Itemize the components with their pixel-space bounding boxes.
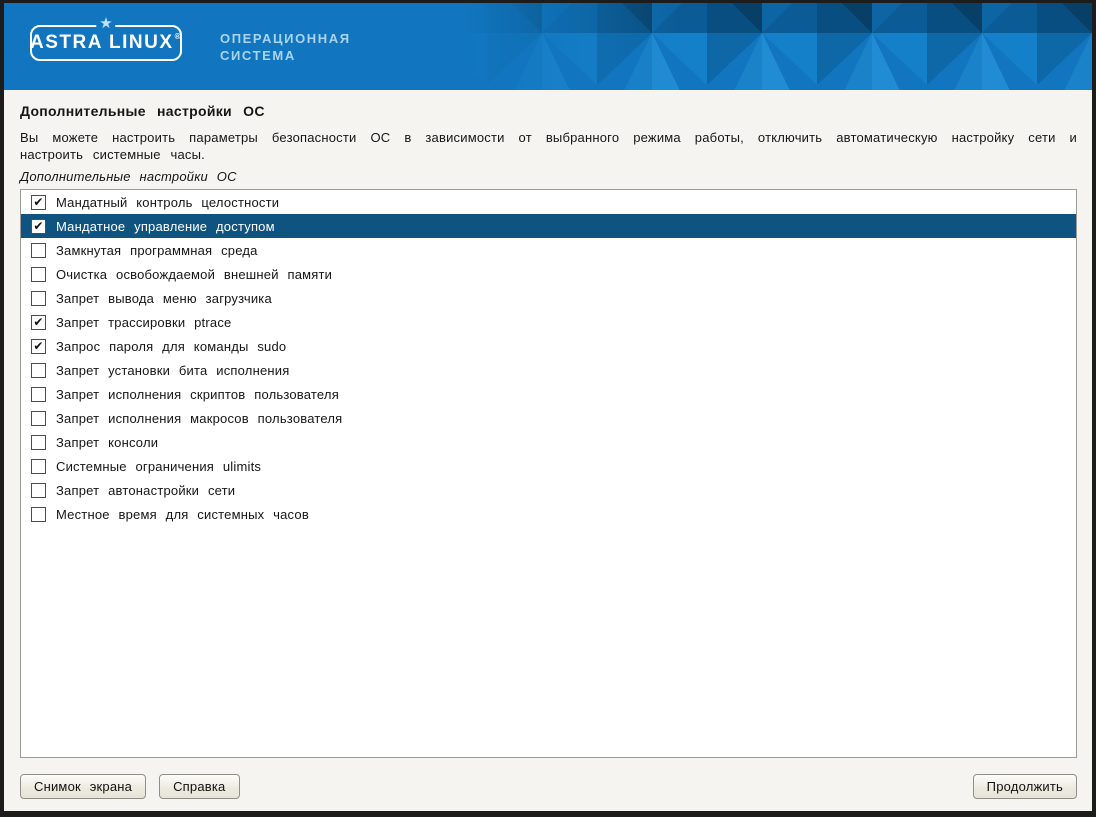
option-label: Местное время для системных часов [56, 507, 309, 522]
astra-linux-logo: ★ ASTRA LINUX® [30, 25, 182, 61]
option-label: Системные ограничения ulimits [56, 459, 261, 474]
option-row[interactable]: Системные ограничения ulimits [21, 454, 1076, 478]
checkbox-unchecked-icon[interactable] [31, 387, 46, 402]
page-description: Вы можете настроить параметры безопаснос… [20, 129, 1077, 163]
option-label: Запрет исполнения скриптов пользователя [56, 387, 339, 402]
checkbox-unchecked-icon[interactable] [31, 243, 46, 258]
os-subtitle-line2: СИСТЕМА [220, 47, 351, 64]
option-label: Очистка освобождаемой внешней памяти [56, 267, 332, 282]
option-label: Запрет трассировки ptrace [56, 315, 231, 330]
option-label: Мандатный контроль целостности [56, 195, 279, 210]
option-row[interactable]: Запрет вывода меню загрузчика [21, 286, 1076, 310]
option-label: Запрет исполнения макросов пользователя [56, 411, 342, 426]
checkbox-checked-icon[interactable]: ✔ [31, 315, 46, 330]
option-label: Мандатное управление доступом [56, 219, 275, 234]
option-row[interactable]: Очистка освобождаемой внешней памяти [21, 262, 1076, 286]
os-subtitle-line1: ОПЕРАЦИОННАЯ [220, 30, 351, 47]
continue-button[interactable]: Продолжить [973, 774, 1077, 799]
option-label: Запрет вывода меню загрузчика [56, 291, 272, 306]
checkbox-unchecked-icon[interactable] [31, 459, 46, 474]
option-row[interactable]: ✔ Запрос пароля для команды sudo [21, 334, 1076, 358]
option-row[interactable]: ✔ Мандатный контроль целостности [21, 190, 1076, 214]
registered-mark: ® [175, 32, 182, 41]
group-label: Дополнительные настройки ОС [20, 169, 1077, 184]
installer-window: ★ ASTRA LINUX® ОПЕРАЦИОННАЯ СИСТЕМА Допо… [0, 0, 1096, 817]
option-row[interactable]: ✔ Запрет трассировки ptrace [21, 310, 1076, 334]
page-title: Дополнительные настройки ОС [20, 103, 1077, 119]
os-subtitle: ОПЕРАЦИОННАЯ СИСТЕМА [220, 30, 351, 64]
checkbox-checked-icon[interactable]: ✔ [31, 195, 46, 210]
header-banner: ★ ASTRA LINUX® ОПЕРАЦИОННАЯ СИСТЕМА [4, 3, 1092, 90]
logo-text: ASTRA LINUX® [30, 32, 182, 54]
screenshot-button[interactable]: Снимок экрана [20, 774, 146, 799]
option-row[interactable]: Замкнутая программная среда [21, 238, 1076, 262]
option-label: Запрет установки бита исполнения [56, 363, 289, 378]
option-row[interactable]: Запрет установки бита исполнения [21, 358, 1076, 382]
option-row[interactable]: Запрет исполнения макросов пользователя [21, 406, 1076, 430]
help-button[interactable]: Справка [159, 774, 239, 799]
option-label: Запрет консоли [56, 435, 158, 450]
checkbox-unchecked-icon[interactable] [31, 267, 46, 282]
option-label: Запрет автонастройки сети [56, 483, 235, 498]
star-icon: ★ [96, 15, 115, 33]
option-label: Замкнутая программная среда [56, 243, 258, 258]
checkbox-unchecked-icon[interactable] [31, 483, 46, 498]
option-label: Запрос пароля для команды sudo [56, 339, 286, 354]
option-row[interactable]: ✔ Мандатное управление доступом [21, 214, 1076, 238]
checkbox-checked-icon[interactable]: ✔ [31, 219, 46, 234]
checkbox-unchecked-icon[interactable] [31, 435, 46, 450]
checkbox-checked-icon[interactable]: ✔ [31, 339, 46, 354]
checkbox-unchecked-icon[interactable] [31, 507, 46, 522]
checkbox-unchecked-icon[interactable] [31, 363, 46, 378]
checkbox-unchecked-icon[interactable] [31, 291, 46, 306]
content-area: Дополнительные настройки ОС Вы можете на… [4, 90, 1092, 811]
options-list[interactable]: ✔ Мандатный контроль целостности ✔ Мандатно… [20, 189, 1077, 758]
option-row[interactable]: Местное время для системных часов [21, 502, 1076, 526]
option-row[interactable]: Запрет консоли [21, 430, 1076, 454]
footer-bar: Снимок экрана Справка Продолжить [20, 758, 1077, 799]
option-row[interactable]: Запрет автонастройки сети [21, 478, 1076, 502]
option-row[interactable]: Запрет исполнения скриптов пользователя [21, 382, 1076, 406]
checkbox-unchecked-icon[interactable] [31, 411, 46, 426]
